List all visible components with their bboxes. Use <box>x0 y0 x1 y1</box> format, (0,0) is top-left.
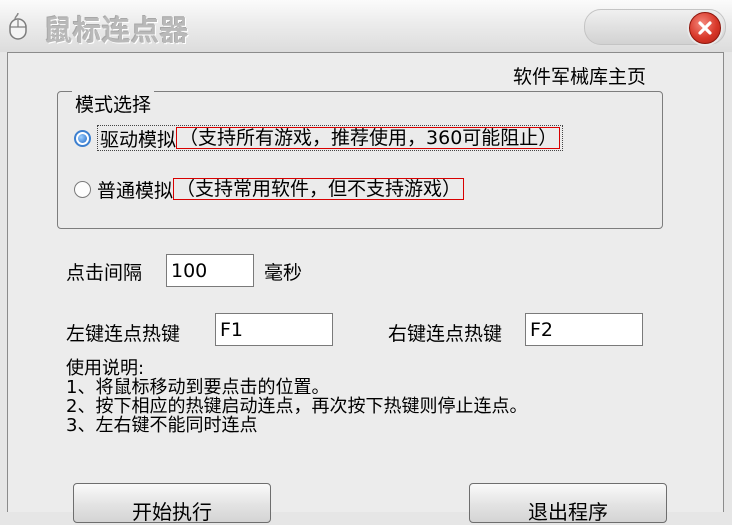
right-hotkey-input[interactable]: F2 <box>525 313 643 346</box>
focus-outline: 驱动模拟 （支持所有游戏，推荐使用，360可能阻止） <box>97 125 564 151</box>
radio-button-unchecked[interactable] <box>74 180 91 198</box>
instructions-heading: 使用说明: <box>66 358 145 379</box>
left-hotkey-label: 左键连点热键 <box>66 323 181 345</box>
start-button[interactable]: 开始执行 <box>73 483 271 524</box>
interval-unit: 毫秒 <box>264 262 303 284</box>
radio-normal-label: 普通模拟 <box>97 179 174 202</box>
instruction-line: 3、左右键不能同时连点 <box>66 415 258 436</box>
window-title: 鼠标连点器 <box>44 14 190 47</box>
main-panel: 软件军械库主页 模式选择 驱动模拟 （支持所有游戏，推荐使用，360可能阻止） … <box>7 52 724 524</box>
radio-driver-mode[interactable]: 驱动模拟 （支持所有游戏，推荐使用，360可能阻止） <box>74 124 564 152</box>
title-bar[interactable]: 鼠标连点器 <box>0 0 732 52</box>
right-hotkey-label: 右键连点热键 <box>388 323 503 345</box>
instructions: 使用说明: 1、将鼠标移动到要点击的位置。 2、按下相应的热键启动连点，再次按下… <box>66 359 527 435</box>
close-button[interactable] <box>689 12 721 44</box>
mode-group: 模式选择 驱动模拟 （支持所有游戏，推荐使用，360可能阻止） 普通模拟 （支持… <box>57 90 663 229</box>
exit-button[interactable]: 退出程序 <box>469 483 667 524</box>
radio-driver-description: （支持所有游戏，推荐使用，360可能阻止） <box>176 127 561 149</box>
close-icon <box>698 21 712 35</box>
interval-input[interactable]: 100 <box>166 254 254 287</box>
interval-label: 点击间隔 <box>66 262 143 284</box>
radio-driver-label: 驱动模拟 <box>100 128 177 151</box>
radio-normal-description: （支持常用软件，但不支持游戏） <box>173 178 465 200</box>
radio-normal-mode[interactable]: 普通模拟 （支持常用软件，但不支持游戏） <box>74 175 465 203</box>
instruction-line: 2、按下相应的热键启动连点，再次按下热键则停止连点。 <box>66 396 528 417</box>
homepage-link[interactable]: 软件军械库主页 <box>513 62 646 89</box>
mouse-icon <box>9 12 27 40</box>
left-hotkey-input[interactable]: F1 <box>215 313 333 346</box>
radio-button-checked[interactable] <box>74 129 91 147</box>
mode-group-title: 模式选择 <box>72 90 155 117</box>
instruction-line: 1、将鼠标移动到要点击的位置。 <box>66 377 330 398</box>
